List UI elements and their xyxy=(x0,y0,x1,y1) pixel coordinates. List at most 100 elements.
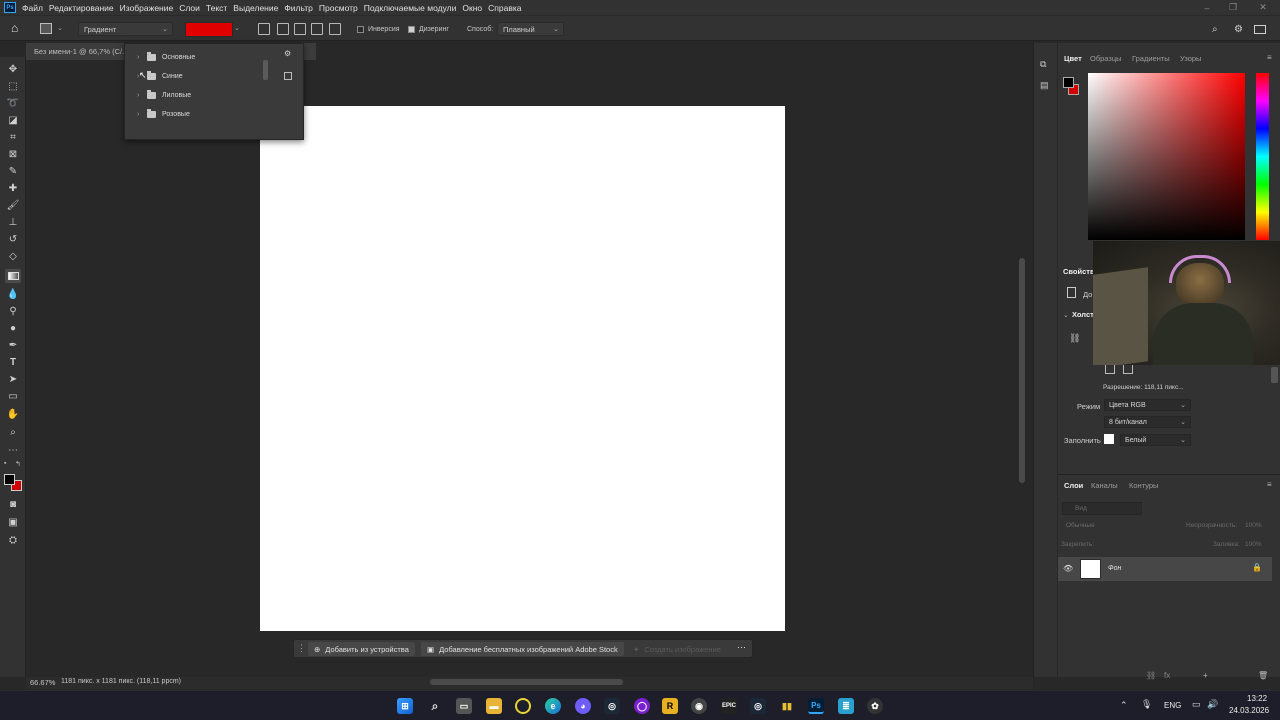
fill-color-swatch[interactable] xyxy=(1104,434,1114,444)
generative-tool-icon[interactable]: ⛭ xyxy=(5,533,21,547)
layer-filter-input[interactable]: Вид xyxy=(1062,502,1142,515)
search-icon[interactable]: ⌕ xyxy=(1212,24,1218,35)
quick-mask-icon[interactable]: ◙ xyxy=(5,497,21,511)
clock-time[interactable]: 13:22 xyxy=(1247,694,1267,703)
purple-app-icon[interactable]: ◯ xyxy=(634,698,650,714)
network-icon[interactable]: ▭ xyxy=(1192,699,1201,710)
blur-tool-icon[interactable]: 💧 xyxy=(5,287,21,301)
dodge-tool-icon[interactable]: ⚲ xyxy=(5,304,21,318)
workspace-icon[interactable] xyxy=(1254,25,1266,34)
panel-foreground-swatch[interactable] xyxy=(1063,77,1074,88)
generate-image-button[interactable]: ✦ Создать изображение xyxy=(627,642,727,656)
comments-panel-icon[interactable]: ▤ xyxy=(1040,80,1049,91)
home-icon[interactable]: ⌂ xyxy=(11,22,25,35)
angle-gradient-icon[interactable] xyxy=(294,23,306,35)
fx-icon[interactable]: fx xyxy=(1164,671,1170,680)
menu-window[interactable]: Окно xyxy=(462,3,482,13)
task-view-icon[interactable]: ▭ xyxy=(456,698,472,714)
presets-scrollbar[interactable] xyxy=(263,60,268,80)
fill-opacity-value[interactable]: 100% xyxy=(1245,541,1262,548)
bit-depth-select[interactable]: 8 бит/канал ⌄ xyxy=(1104,416,1191,428)
crop-tool-icon[interactable]: ⌗ xyxy=(5,130,21,144)
frame-tool-icon[interactable]: ⊠ xyxy=(5,147,21,161)
menu-file[interactable]: Файл xyxy=(22,3,43,13)
language-indicator[interactable]: ENG xyxy=(1164,701,1181,710)
brush-tool-icon[interactable]: 🖌 xyxy=(5,198,21,212)
eyedropper-tool-icon[interactable]: ✎ xyxy=(5,164,21,178)
tab-color[interactable]: Цвет xyxy=(1064,54,1082,63)
vertical-scrollbar[interactable] xyxy=(1019,258,1025,483)
more-options-icon[interactable]: ⋯ xyxy=(737,642,746,653)
tray-chevron-up-icon[interactable]: ⌃ xyxy=(1120,700,1128,711)
panel-menu-icon[interactable]: ≡ xyxy=(1267,53,1272,62)
linear-gradient-icon[interactable] xyxy=(258,23,270,35)
menu-image[interactable]: Изображение xyxy=(120,3,174,13)
layer-row[interactable]: 👁 Фон 🔒 xyxy=(1058,557,1272,581)
preset-folder-pink[interactable]: › Розовые xyxy=(137,106,262,122)
tab-patterns[interactable]: Узоры xyxy=(1180,54,1201,63)
hand-tool-icon[interactable]: ✋ xyxy=(5,407,21,421)
screen-mode-icon[interactable]: ▣ xyxy=(5,515,21,529)
panel-menu-icon[interactable]: ≡ xyxy=(1267,480,1272,489)
swap-colors-icon[interactable]: ↰ xyxy=(15,460,21,468)
windows-start-icon[interactable]: ⊞ xyxy=(397,698,413,714)
tab-paths[interactable]: Контуры xyxy=(1129,481,1158,490)
document-canvas[interactable] xyxy=(260,106,785,631)
chevron-down-icon[interactable]: ⌄ xyxy=(1063,311,1069,319)
tool-preset-icon[interactable] xyxy=(40,23,52,34)
mode-select[interactable]: Цвета RGB ⌄ xyxy=(1104,399,1191,411)
method-select[interactable]: Плавный ⌄ xyxy=(497,22,564,36)
orientation-portrait-icon[interactable] xyxy=(1105,364,1115,374)
fill-select[interactable]: Белый ⌄ xyxy=(1120,434,1191,446)
menu-type[interactable]: Текст xyxy=(206,3,227,13)
marquee-tool-icon[interactable]: ⬚ xyxy=(5,79,21,93)
lasso-tool-icon[interactable]: ➰ xyxy=(5,96,21,110)
notepad-icon[interactable]: ≣ xyxy=(838,698,854,714)
tab-swatches[interactable]: Образцы xyxy=(1090,54,1122,63)
zoom-tool-icon[interactable]: ⌕ xyxy=(5,425,21,439)
gradient-tool-icon[interactable] xyxy=(5,269,21,283)
preset-folder-basic[interactable]: › Основные xyxy=(137,49,262,65)
opacity-value[interactable]: 100% xyxy=(1245,522,1262,529)
zoom-level[interactable]: 66.67% xyxy=(30,678,55,687)
game-icon[interactable]: ▮▮ xyxy=(779,698,795,714)
move-tool-icon[interactable]: ✥ xyxy=(5,62,21,76)
properties-scrollbar[interactable] xyxy=(1271,367,1278,383)
inversion-checkbox[interactable] xyxy=(357,26,364,33)
menu-view[interactable]: Просмотр xyxy=(319,3,358,13)
file-explorer-icon[interactable]: ▬ xyxy=(486,698,502,714)
object-select-tool-icon[interactable]: ◪ xyxy=(5,113,21,127)
canvas-section-title[interactable]: Холст xyxy=(1072,310,1094,319)
tab-channels[interactable]: Каналы xyxy=(1091,481,1118,490)
volume-icon[interactable]: 🔊 xyxy=(1207,699,1218,710)
path-select-tool-icon[interactable]: ➤ xyxy=(5,372,21,386)
dither-checkbox[interactable] xyxy=(408,26,415,33)
preset-folder-blue[interactable]: › Синие xyxy=(137,68,262,84)
rockstar-icon[interactable]: R xyxy=(662,698,678,714)
menu-help[interactable]: Справка xyxy=(488,3,521,13)
tab-layers[interactable]: Слои xyxy=(1064,481,1083,490)
stamp-tool-icon[interactable]: ⊥ xyxy=(5,215,21,229)
preset-folder-purple[interactable]: › Лиловые xyxy=(137,87,262,103)
minimize-icon[interactable]: – xyxy=(1196,0,1218,15)
misc-app-icon[interactable]: ✿ xyxy=(867,698,883,714)
hue-slider[interactable] xyxy=(1256,73,1269,240)
epic-games-icon[interactable]: EPIC xyxy=(721,698,737,714)
radial-gradient-icon[interactable] xyxy=(277,23,289,35)
gear-icon[interactable]: ⚙ xyxy=(284,49,291,58)
diamond-gradient-icon[interactable] xyxy=(329,23,341,35)
add-from-device-button[interactable]: ⊕ Добавить из устройства xyxy=(308,642,415,656)
steam-icon-2[interactable]: ◎ xyxy=(750,698,766,714)
discord-icon[interactable]: ◕ xyxy=(575,698,591,714)
app-icon-circle[interactable] xyxy=(515,698,531,714)
default-colors-icon[interactable]: ▪ xyxy=(4,460,6,467)
maximize-icon[interactable]: ❐ xyxy=(1222,0,1244,15)
type-tool-icon[interactable]: T xyxy=(5,355,21,369)
chevron-down-icon[interactable]: ⌄ xyxy=(234,24,240,32)
history-brush-tool-icon[interactable]: ↺ xyxy=(5,232,21,246)
search-icon[interactable]: ⌕ xyxy=(427,698,443,714)
microphone-icon[interactable]: 🎙 xyxy=(1141,699,1152,710)
chevron-right-icon[interactable]: › xyxy=(174,677,177,686)
orientation-landscape-icon[interactable] xyxy=(1123,364,1133,374)
menu-select[interactable]: Выделение xyxy=(233,3,278,13)
